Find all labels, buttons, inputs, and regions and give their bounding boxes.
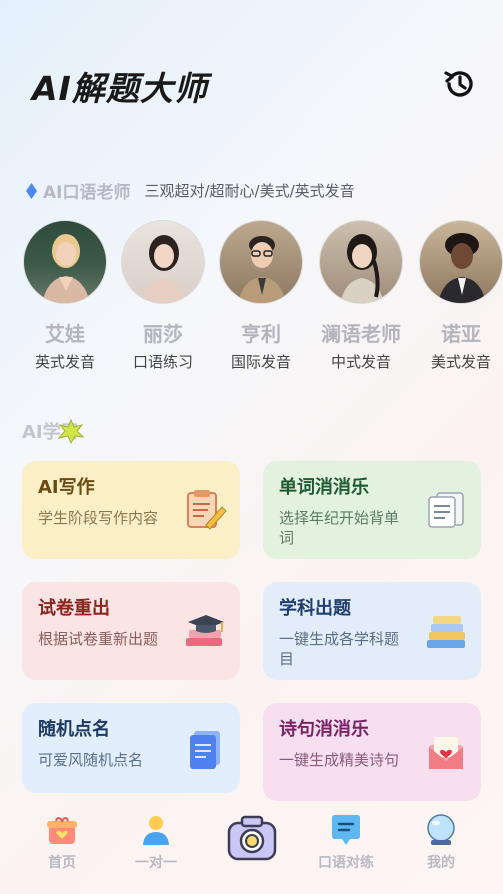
tab-mine[interactable]: 我的 — [401, 806, 481, 872]
tutor-item-henry[interactable]: 亨利 国际发音 — [218, 220, 304, 372]
tab-label: 一对一 — [135, 855, 177, 871]
tutor-section-subtitle: 三观超对/超耐心/美式/英式发音 — [144, 182, 355, 200]
tab-speaking-practice[interactable]: 口语对练 — [306, 806, 386, 872]
tutor-desc: 英式发音 — [34, 353, 95, 371]
avatar[interactable] — [419, 220, 503, 304]
tab-label: 口语对练 — [318, 855, 374, 871]
tutor-item-lisa[interactable]: 丽莎 口语练习 — [120, 220, 206, 372]
card-desc: 学生阶段写作内容 — [38, 509, 159, 527]
avatar[interactable] — [23, 220, 107, 304]
tutor-desc: 口语练习 — [132, 353, 193, 371]
tutor-name: 亨利 — [241, 322, 281, 346]
avatar[interactable] — [319, 220, 403, 304]
gift-home-icon — [47, 817, 77, 844]
card-random-rollcall[interactable]: 随机点名 可爱风随机点名 — [22, 703, 240, 793]
book-stack-icon — [427, 616, 465, 648]
card-desc: 一键生成精美诗句 — [279, 751, 400, 769]
card-desc: 根据试卷重新出题 — [38, 630, 159, 648]
card-desc: 可爱风随机点名 — [38, 751, 144, 769]
card-desc: 选择年纪开始背单词 — [279, 509, 400, 547]
bottom-tab-bar: 首页 一对一 口语对练 我的 — [0, 806, 503, 894]
tab-label: 我的 — [427, 855, 455, 871]
camera-icon[interactable] — [226, 812, 278, 864]
tutor-name: 诺亚 — [441, 322, 481, 346]
tutor-desc: 美式发音 — [430, 353, 491, 371]
chat-bubble-icon — [332, 815, 360, 845]
tutor-desc: 国际发音 — [230, 353, 291, 371]
diamond-icon — [26, 182, 37, 199]
card-ai-writing[interactable]: AI写作 学生阶段写作内容 — [22, 461, 240, 559]
history-icon[interactable] — [441, 65, 479, 103]
tutor-name: 丽莎 — [143, 322, 183, 346]
tutor-section-header: AI口语老师 三观超对/超耐心/美式/英式发音 — [26, 178, 355, 203]
card-word-match[interactable]: 单词消消乐 选择年纪开始背单词 — [263, 461, 481, 559]
tutor-item-noah[interactable]: 诺亚 美式发音 — [418, 220, 503, 372]
tutor-desc: 中式发音 — [330, 353, 391, 371]
card-desc: 一键生成各学科题目 — [279, 630, 400, 668]
header: AI解题大师 — [0, 0, 503, 160]
crystal-ball-icon — [427, 814, 455, 845]
tab-label: 首页 — [48, 855, 76, 871]
tab-home[interactable]: 首页 — [22, 806, 102, 872]
tutor-section-title: AI口语老师 — [43, 183, 131, 203]
document-icon — [190, 731, 220, 769]
card-exam-redo[interactable]: 试卷重出 根据试卷重新出题 — [22, 582, 240, 680]
graduation-books-icon — [186, 615, 224, 646]
love-letter-icon — [429, 737, 463, 769]
avatar[interactable] — [219, 220, 303, 304]
tab-one-on-one[interactable]: 一对一 — [116, 806, 196, 872]
flashcards-icon — [428, 492, 464, 528]
app-title: AI解题大师 — [32, 69, 208, 108]
tutor-name: 澜语老师 — [321, 322, 401, 346]
tutor-item-lanyu[interactable]: 澜语老师 中式发音 — [318, 220, 404, 372]
person-icon — [143, 816, 169, 845]
tutor-avatar-row[interactable]: 艾娃 英式发音 丽莎 口语练习 亨利 国际发音 澜语老师 中式发音 诺亚 美式发… — [22, 220, 503, 380]
tutor-name: 艾娃 — [45, 322, 85, 346]
avatar[interactable] — [121, 220, 205, 304]
card-poem-match[interactable]: 诗句消消乐 一键生成精美诗句 — [263, 703, 481, 801]
tutor-item-ava[interactable]: 艾娃 英式发音 — [22, 220, 108, 372]
clipboard-pencil-icon — [187, 490, 227, 530]
card-subject-questions[interactable]: 学科出题 一键生成各学科题目 — [263, 582, 481, 680]
sparkle-icon — [57, 418, 85, 444]
